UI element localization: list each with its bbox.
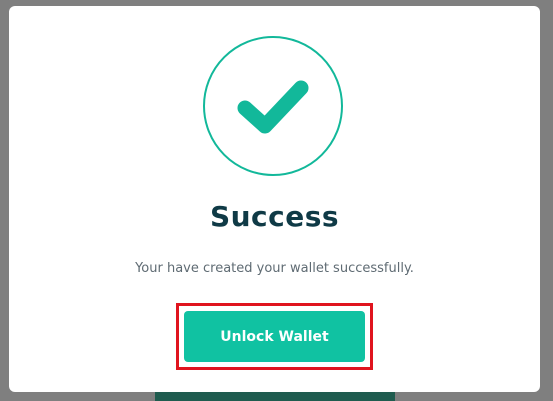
dialog-title: Success — [209, 200, 340, 233]
success-dialog: Success Your have created your wallet su… — [9, 6, 540, 392]
unlock-wallet-button[interactable]: Unlock Wallet — [184, 311, 365, 362]
check-icon — [237, 80, 309, 134]
success-badge — [203, 36, 343, 176]
dialog-message: Your have created your wallet successful… — [135, 261, 414, 276]
